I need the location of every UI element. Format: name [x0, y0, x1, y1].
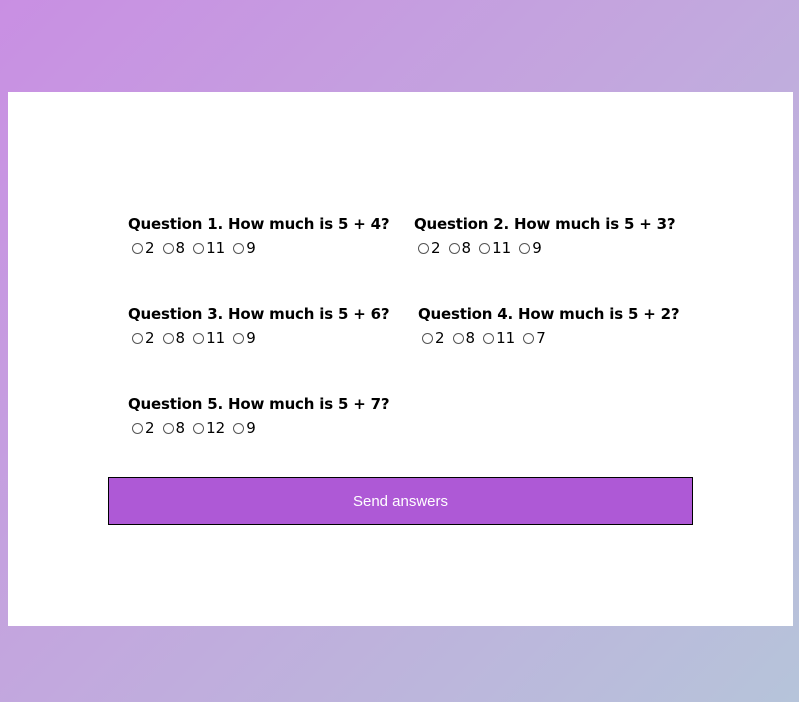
answer-option[interactable]: 11 — [193, 329, 225, 347]
radio-button[interactable] — [523, 332, 535, 344]
answer-option[interactable]: 8 — [162, 329, 186, 347]
answer-option[interactable]: 8 — [448, 239, 472, 257]
option-label: 8 — [175, 239, 186, 257]
radio-button[interactable] — [422, 332, 433, 344]
radio-button[interactable] — [418, 242, 429, 254]
radio-button[interactable] — [132, 332, 143, 344]
option-label: 11 — [492, 239, 512, 257]
question-title: Question 2. How much is 5 + 3? — [414, 215, 676, 233]
radio-button[interactable] — [233, 422, 245, 434]
option-label: 8 — [175, 419, 186, 437]
answer-option[interactable]: 11 — [483, 329, 515, 347]
question-3: Question 3. How much is 5 + 6? 2 8 11 9 — [128, 305, 390, 347]
option-label: 11 — [206, 239, 226, 257]
answer-option[interactable]: 8 — [452, 329, 476, 347]
answer-option[interactable]: 9 — [233, 239, 256, 257]
option-label: 9 — [246, 419, 256, 437]
option-label: 9 — [246, 239, 256, 257]
send-answers-button[interactable]: Send answers — [108, 477, 693, 525]
answer-option[interactable]: 2 — [132, 329, 155, 347]
answer-options: 2 8 11 9 — [128, 239, 389, 257]
question-5: Question 5. How much is 5 + 7? 2 8 12 9 — [128, 395, 390, 437]
answer-options: 2 8 11 9 — [414, 239, 675, 257]
option-label: 2 — [145, 239, 155, 257]
radio-button[interactable] — [233, 332, 245, 344]
answer-option[interactable]: 2 — [418, 239, 441, 257]
option-label: 11 — [206, 329, 226, 347]
option-label: 12 — [206, 419, 226, 437]
radio-button[interactable] — [483, 332, 495, 344]
radio-button[interactable] — [233, 242, 245, 254]
quiz-card: Question 1. How much is 5 + 4? 2 8 11 9 … — [8, 92, 793, 626]
question-1: Question 1. How much is 5 + 4? 2 8 11 9 — [128, 215, 390, 257]
answer-options: 2 8 11 9 — [128, 329, 389, 347]
answer-option[interactable]: 9 — [519, 239, 542, 257]
option-label: 8 — [465, 329, 476, 347]
answer-option[interactable]: 9 — [233, 329, 256, 347]
answer-option[interactable]: 8 — [162, 239, 186, 257]
answer-option[interactable]: 11 — [193, 239, 225, 257]
radio-button[interactable] — [162, 332, 174, 344]
option-label: 2 — [145, 419, 155, 437]
option-label: 9 — [246, 329, 256, 347]
option-label: 8 — [175, 329, 186, 347]
question-title: Question 3. How much is 5 + 6? — [128, 305, 390, 323]
radio-button[interactable] — [193, 332, 205, 344]
answer-option[interactable]: 11 — [479, 239, 511, 257]
answer-options: 2 8 11 7 — [418, 329, 679, 347]
answer-option[interactable]: 7 — [523, 329, 546, 347]
answer-options: 2 8 12 9 — [128, 419, 389, 437]
question-title: Question 4. How much is 5 + 2? — [418, 305, 680, 323]
answer-option[interactable]: 9 — [233, 419, 256, 437]
question-title: Question 5. How much is 5 + 7? — [128, 395, 390, 413]
option-label: 9 — [532, 239, 542, 257]
radio-button[interactable] — [479, 242, 491, 254]
option-label: 2 — [431, 239, 441, 257]
radio-button[interactable] — [448, 242, 460, 254]
radio-button[interactable] — [162, 242, 174, 254]
option-label: 2 — [435, 329, 445, 347]
radio-button[interactable] — [193, 422, 205, 434]
radio-button[interactable] — [452, 332, 464, 344]
option-label: 7 — [536, 329, 546, 347]
radio-button[interactable] — [162, 422, 174, 434]
answer-option[interactable]: 2 — [132, 239, 155, 257]
option-label: 8 — [461, 239, 472, 257]
answer-option[interactable]: 2 — [422, 329, 445, 347]
answer-option[interactable]: 12 — [193, 419, 225, 437]
question-title: Question 1. How much is 5 + 4? — [128, 215, 390, 233]
question-2: Question 2. How much is 5 + 3? 2 8 11 9 — [414, 215, 676, 257]
radio-button[interactable] — [193, 242, 205, 254]
question-4: Question 4. How much is 5 + 2? 2 8 11 7 — [418, 305, 680, 347]
radio-button[interactable] — [132, 242, 143, 254]
radio-button[interactable] — [132, 422, 143, 434]
answer-option[interactable]: 2 — [132, 419, 155, 437]
answer-option[interactable]: 8 — [162, 419, 186, 437]
radio-button[interactable] — [519, 242, 531, 254]
option-label: 11 — [496, 329, 516, 347]
option-label: 2 — [145, 329, 155, 347]
